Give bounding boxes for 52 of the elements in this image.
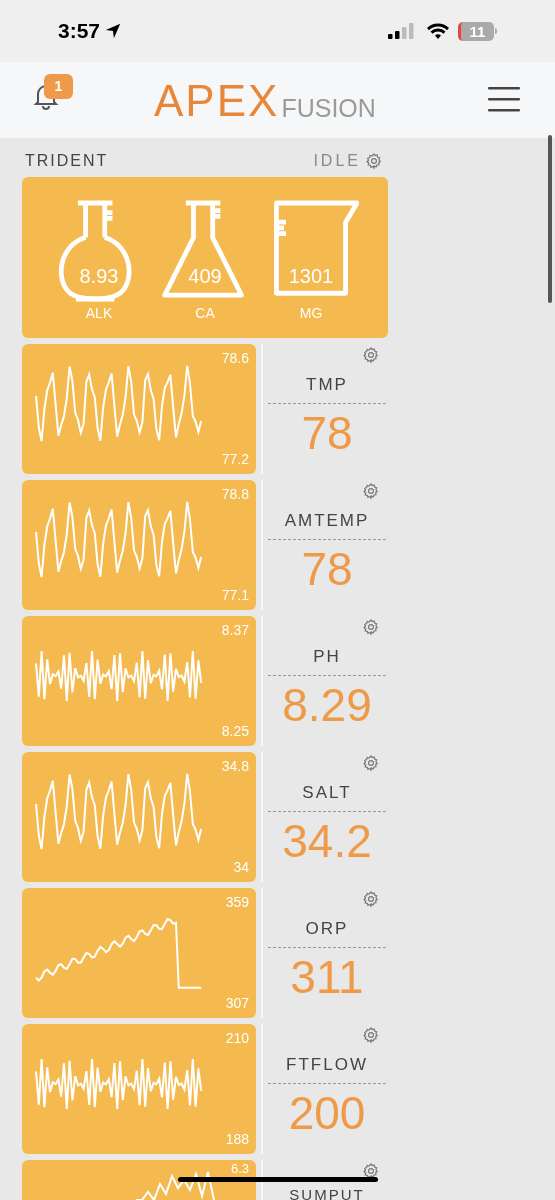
max-value: 78.8 (221, 485, 249, 504)
scrollbar[interactable] (548, 135, 552, 303)
location-arrow-icon (104, 22, 123, 40)
status-text: IDLE (313, 151, 361, 171)
max-value: 6.3 (230, 1161, 249, 1176)
min-value: 77.2 (221, 450, 249, 469)
probe-name: FTFLOW (286, 1056, 368, 1073)
min-value: 307 (225, 994, 249, 1013)
chart-tile[interactable]: 6.3 (22, 1160, 256, 1200)
probe-value: 34.2 (282, 818, 372, 864)
probe-name: ORP (305, 920, 349, 937)
wifi-icon (426, 22, 450, 40)
probe-name: TMP (306, 376, 348, 393)
notification-badge: 1 (44, 74, 73, 99)
probe-value: 8.29 (282, 682, 372, 728)
reading-label: ALK (85, 306, 113, 320)
chart-tile[interactable]: 8.37 8.25 (22, 616, 256, 746)
reading-value: 8.93 (78, 264, 120, 289)
min-value: 8.25 (221, 722, 249, 741)
probe-name: SUMPUT (289, 1187, 365, 1200)
probe-name: SALT (302, 784, 352, 801)
max-value: 8.37 (221, 621, 249, 640)
max-value: 359 (225, 893, 249, 912)
min-value: 77.1 (221, 586, 249, 605)
probe-value: 311 (290, 954, 364, 1000)
min-value: 34 (233, 858, 249, 877)
chart-tile[interactable]: 210 188 (22, 1024, 256, 1154)
probe-value: 78 (301, 410, 353, 456)
min-value: 188 (225, 1130, 249, 1149)
settings-icon[interactable] (362, 1162, 380, 1180)
logo-subtext: FUSION (281, 96, 376, 121)
reading-label: CA (195, 306, 215, 320)
probe-name: AMTEMP (284, 512, 370, 529)
section-title: TRIDENT (25, 151, 109, 171)
max-value: 210 (225, 1029, 249, 1048)
reading-label: MG (299, 306, 323, 320)
reading-value: 1301 (287, 264, 335, 289)
probe-value: 200 (288, 1090, 366, 1136)
reading-value: 409 (187, 264, 223, 289)
probe-name: PH (313, 648, 341, 665)
menu-icon[interactable] (488, 86, 520, 112)
trident-card[interactable]: 8.93 ALK 409 CA 1301 MG (22, 177, 388, 338)
logo-text: APEX (154, 79, 280, 123)
probe-value: 78 (301, 546, 353, 592)
clock-time: 3:57 (58, 18, 101, 45)
battery-level: 11 (458, 21, 494, 41)
chart-tile[interactable]: 78.8 77.1 (22, 480, 256, 610)
chart-tile[interactable]: 359 307 (22, 888, 256, 1018)
max-value: 34.8 (221, 757, 249, 776)
chart-tile[interactable]: 34.8 34 (22, 752, 256, 882)
chart-tile[interactable]: 78.6 77.2 (22, 344, 256, 474)
max-value: 78.6 (221, 349, 249, 368)
